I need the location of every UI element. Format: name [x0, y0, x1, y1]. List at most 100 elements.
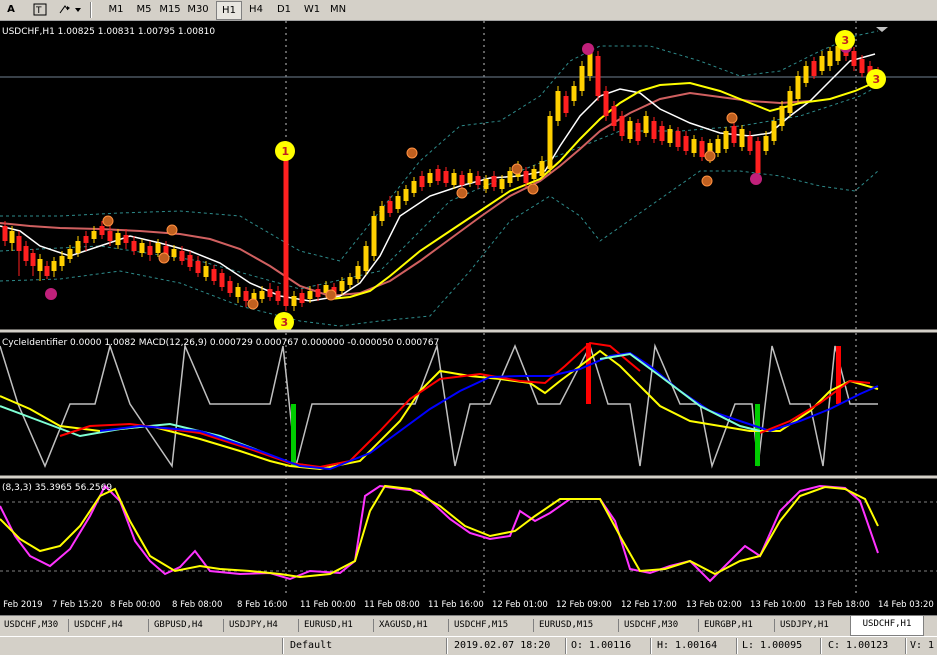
- time-axis-label: 8 Feb 00:00: [110, 600, 160, 610]
- candle-body: [59, 256, 65, 266]
- time-axis-label: 12 Feb 09:00: [556, 600, 612, 610]
- candle-body: [619, 116, 625, 136]
- tab-separator: [618, 619, 619, 632]
- candle-body: [763, 136, 769, 151]
- time-axis-label: 7 Feb 15:20: [52, 600, 102, 610]
- candle-body: [171, 249, 177, 257]
- timeframe-m5-button[interactable]: M5: [132, 1, 156, 18]
- cycle-marker-magenta: [750, 173, 762, 185]
- cycle-bar: [586, 343, 591, 404]
- candle-body: [37, 259, 43, 271]
- chart-tab[interactable]: EURGBP,H1: [704, 617, 753, 634]
- arrows-tool-icon[interactable]: [58, 2, 82, 17]
- candle-body: [2, 226, 8, 241]
- candle-body: [667, 129, 673, 143]
- toolbar-separator: [90, 2, 92, 18]
- timeframe-w1-button[interactable]: W1: [300, 1, 324, 18]
- candle-body: [83, 236, 89, 243]
- candle-body: [635, 123, 641, 141]
- chart-tab[interactable]: USDCHF,H1: [850, 616, 924, 636]
- candle-body: [291, 296, 297, 306]
- candle-body: [91, 231, 97, 239]
- chart-tab[interactable]: EURUSD,H1: [304, 617, 353, 634]
- candle-body: [683, 136, 689, 151]
- status-bar: Default 2019.02.07 18:20 O: 1.00116 H: 1…: [0, 636, 937, 655]
- candle-body: [99, 226, 105, 235]
- candle-body: [731, 126, 737, 143]
- time-axis-label: 8 Feb 08:00: [172, 600, 222, 610]
- candle-body: [739, 129, 745, 147]
- chart-tab[interactable]: USDJPY,H1: [780, 617, 829, 634]
- cycle-marker-small: [102, 215, 114, 227]
- timeframe-m15-button[interactable]: M15: [158, 1, 182, 18]
- candle-body: [675, 131, 681, 147]
- text-tool-button[interactable]: A: [2, 1, 20, 18]
- candle-body: [563, 96, 569, 113]
- cycle-marker-magenta: [45, 288, 57, 300]
- candle-body: [819, 56, 825, 71]
- status-datetime: 2019.02.07 18:20: [454, 640, 551, 651]
- candle-body: [131, 241, 137, 251]
- candle-body: [419, 176, 425, 187]
- candle-body: [755, 141, 761, 173]
- candle-body: [307, 291, 313, 299]
- candle-body: [643, 116, 649, 133]
- time-axis-label: 6 Feb 2019: [0, 600, 43, 610]
- timeframe-m30-button[interactable]: M30: [186, 1, 210, 18]
- candle-body: [571, 86, 577, 101]
- candle-body: [299, 293, 305, 303]
- candle-body: [723, 131, 729, 149]
- chart-window[interactable]: 1 3 3 3 USDCHF,H1 1.00825 1.00831 1.00795 1…: [0, 21, 937, 615]
- candle-body: [283, 151, 289, 306]
- candle-body: [531, 169, 537, 179]
- chart-canvas[interactable]: 1 3 3 3 USDCHF,H1 1.00825 1.00831 1.00795 1…: [0, 21, 937, 615]
- price-panel: 1 3 3 3 USDCHF,H1 1.00825 1.00831 1.00795 1…: [0, 27, 937, 332]
- candle-body: [851, 51, 857, 66]
- candle-body: [187, 255, 193, 267]
- chart-tab[interactable]: GBPUSD,H4: [154, 617, 203, 634]
- candle-body: [9, 231, 15, 243]
- candle-body: [51, 261, 57, 271]
- chart-tab[interactable]: XAGUSD,H1: [379, 617, 428, 634]
- timeframe-h4-button[interactable]: H4: [244, 1, 268, 18]
- cycle-marker-small: [704, 150, 716, 162]
- time-axis-label: 11 Feb 16:00: [428, 600, 484, 610]
- timeframe-h1-button[interactable]: H1: [216, 1, 242, 20]
- status-high: H: 1.00164: [657, 640, 718, 651]
- chart-tab[interactable]: EURUSD,M15: [539, 617, 593, 634]
- macd-panel: CycleIdentifier 0.0000 1.0082 MACD(12,26…: [0, 338, 879, 471]
- candle-body: [827, 51, 833, 66]
- tab-separator: [148, 619, 149, 632]
- candle-body: [579, 66, 585, 91]
- candle-body: [747, 136, 753, 151]
- candle-body: [275, 291, 281, 301]
- cycle-bar: [291, 404, 296, 466]
- chart-tab[interactable]: USDCHF,M15: [454, 617, 508, 634]
- candle-body: [787, 91, 793, 113]
- candle-body: [355, 266, 361, 279]
- candle-body: [211, 269, 217, 281]
- candle-body: [411, 181, 417, 193]
- stochastic-panel: (8,3,3) 35.3965 56.2569: [0, 483, 937, 583]
- timeframe-d1-button[interactable]: D1: [272, 1, 296, 18]
- cycle-marker-small: [527, 183, 539, 195]
- chart-tab[interactable]: USDJPY,H4: [229, 617, 278, 634]
- chart-tab[interactable]: USDCHF,H4: [74, 617, 123, 634]
- cycle-marker-small: [406, 147, 418, 159]
- candle-body: [627, 121, 633, 139]
- chart-tab[interactable]: USDCHF,M30: [624, 617, 678, 634]
- candle-body: [155, 243, 161, 253]
- status-close: C: 1.00123: [828, 640, 889, 651]
- band-upper: [0, 30, 879, 262]
- chart-tab[interactable]: USDCHF,M30: [4, 617, 58, 634]
- candle-body: [115, 233, 121, 245]
- timeframe-m1-button[interactable]: M1: [104, 1, 128, 18]
- candle-body: [691, 139, 697, 153]
- time-axis: 6 Feb 2019 7 Feb 15:20 8 Feb 00:00 8 Feb 08…: [0, 595, 937, 615]
- candle-body: [75, 241, 81, 253]
- candle-body: [523, 171, 529, 183]
- timeframe-mn-button[interactable]: MN: [326, 1, 350, 18]
- candle-body: [235, 287, 241, 297]
- candle-body: [539, 161, 545, 176]
- label-tool-icon[interactable]: T: [32, 2, 48, 17]
